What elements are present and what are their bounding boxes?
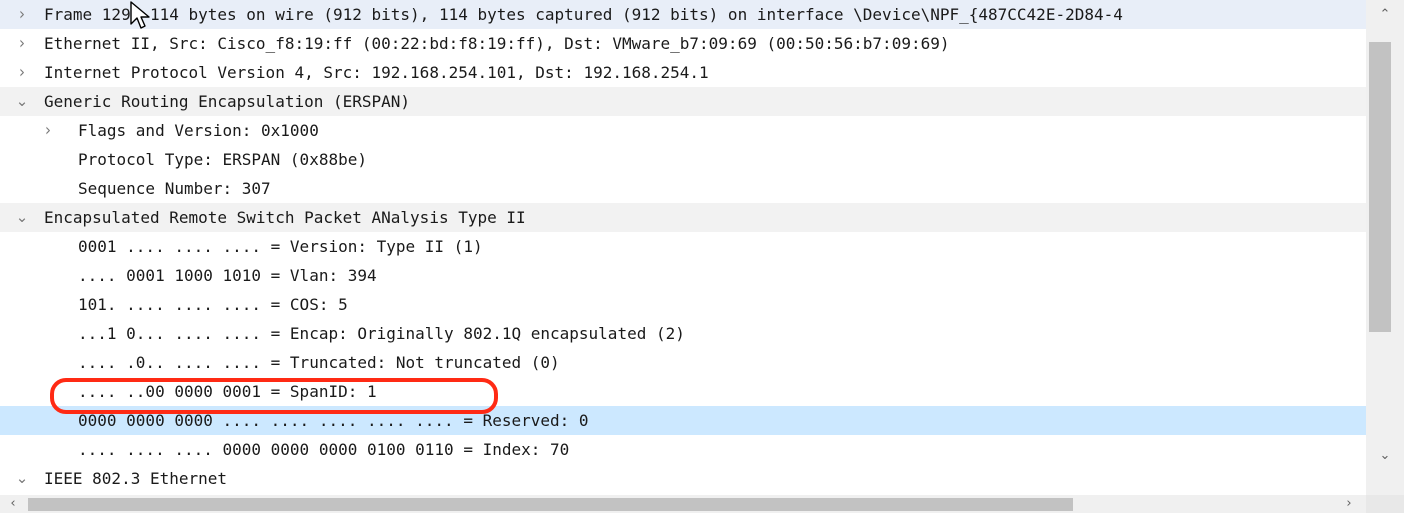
expand-arrow-icon[interactable]: ⌄ [14, 464, 30, 493]
annotation-highlight-circle [50, 378, 498, 414]
row-label: Ethernet II, Src: Cisco_f8:19:ff (00:22:… [44, 34, 950, 53]
row-label: Encapsulated Remote Switch Packet ANalys… [44, 208, 526, 227]
expand-arrow-icon[interactable]: ⌄ [14, 87, 30, 116]
row-encap[interactable]: ...1 0... .... .... = Encap: Originally … [0, 319, 1366, 348]
collapse-arrow-icon[interactable]: › [40, 114, 56, 147]
row-frame[interactable]: › Frame 129: 114 bytes on wire (912 bits)… [0, 0, 1366, 29]
row-label: Sequence Number: 307 [78, 179, 271, 198]
row-label: 0001 .... .... .... = Version: Type II (… [78, 237, 483, 256]
row-label: Internet Protocol Version 4, Src: 192.16… [44, 63, 709, 82]
row-label: .... .0.. .... .... = Truncated: Not tru… [78, 353, 560, 372]
row-label: Flags and Version: 0x1000 [78, 121, 319, 140]
vertical-scrollbar-thumb[interactable] [1369, 42, 1391, 332]
scroll-down-icon[interactable]: ⌄ [1376, 447, 1394, 465]
row-label: Generic Routing Encapsulation (ERSPAN) [44, 92, 411, 111]
row-label: ...1 0... .... .... = Encap: Originally … [78, 324, 685, 343]
scrollbar-corner [1366, 495, 1404, 513]
row-ipv4[interactable]: › Internet Protocol Version 4, Src: 192.1… [0, 58, 1366, 87]
row-flags-version[interactable]: › Flags and Version: 0x1000 [0, 116, 1366, 145]
row-label: 101. .... .... .... = COS: 5 [78, 295, 348, 314]
row-gre[interactable]: ⌄ Generic Routing Encapsulation (ERSPAN) [0, 87, 1366, 116]
row-cos[interactable]: 101. .... .... .... = COS: 5 [0, 290, 1366, 319]
scroll-up-icon[interactable]: ⌃ [1376, 6, 1394, 24]
packet-details-pane: › Frame 129: 114 bytes on wire (912 bits)… [0, 0, 1404, 513]
horizontal-scrollbar-thumb[interactable] [28, 498, 1073, 511]
scroll-right-icon[interactable]: › [1340, 495, 1358, 513]
row-label: IEEE 802.3 Ethernet [44, 469, 228, 488]
row-label: Frame 129: 114 bytes on wire (912 bits),… [44, 5, 1123, 24]
row-label: .... .... .... 0000 0000 0000 0100 0110 … [78, 440, 570, 459]
collapse-arrow-icon[interactable]: › [14, 56, 30, 89]
row-label: Protocol Type: ERSPAN (0x88be) [78, 150, 367, 169]
row-vlan[interactable]: .... 0001 1000 1010 = Vlan: 394 [0, 261, 1366, 290]
row-sequence-number[interactable]: Sequence Number: 307 [0, 174, 1366, 203]
row-index[interactable]: .... .... .... 0000 0000 0000 0100 0110 … [0, 435, 1366, 464]
row-erspan[interactable]: ⌄ Encapsulated Remote Switch Packet ANaly… [0, 203, 1366, 232]
expand-arrow-icon[interactable]: ⌄ [14, 203, 30, 232]
mouse-pointer-icon [130, 1, 150, 29]
row-ieee8023[interactable]: ⌄ IEEE 802.3 Ethernet [0, 464, 1366, 493]
packet-details-tree: › Frame 129: 114 bytes on wire (912 bits)… [0, 0, 1366, 495]
row-version[interactable]: 0001 .... .... .... = Version: Type II (… [0, 232, 1366, 261]
row-label: .... 0001 1000 1010 = Vlan: 394 [78, 266, 377, 285]
row-protocol-type[interactable]: Protocol Type: ERSPAN (0x88be) [0, 145, 1366, 174]
row-truncated[interactable]: .... .0.. .... .... = Truncated: Not tru… [0, 348, 1366, 377]
scroll-left-icon[interactable]: ‹ [4, 495, 22, 513]
row-ethernet[interactable]: › Ethernet II, Src: Cisco_f8:19:ff (00:22… [0, 29, 1366, 58]
